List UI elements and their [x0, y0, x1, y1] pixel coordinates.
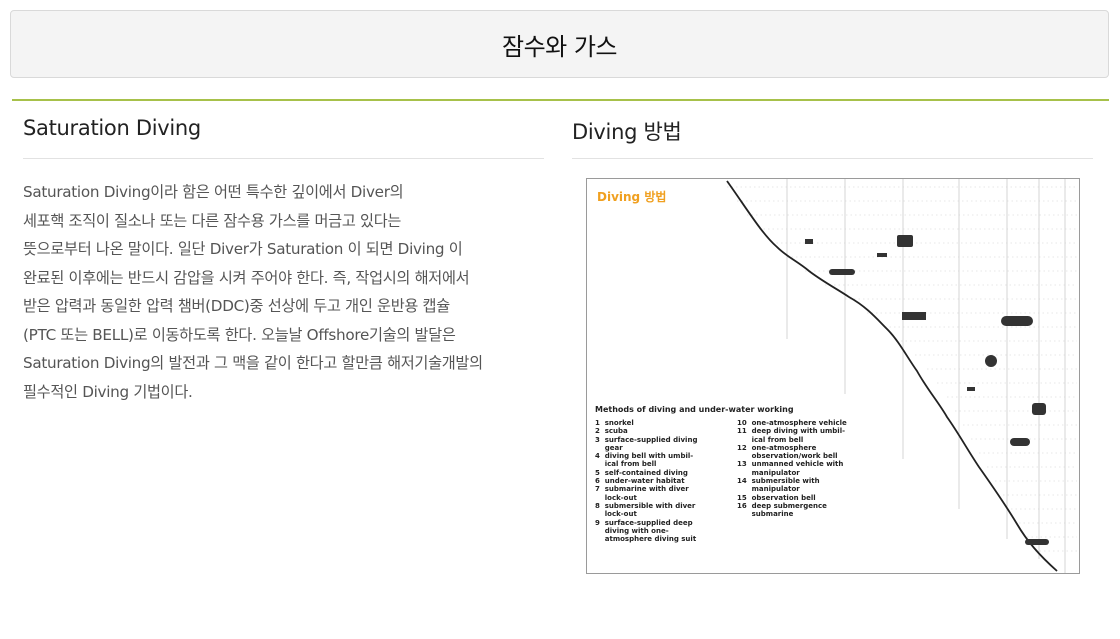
legend-item: 4 diving bell with umbil-: [595, 452, 694, 461]
right-heading-rule: [572, 158, 1093, 159]
legend-item: lock-out: [595, 510, 637, 519]
legend-item: 13 unmanned vehicle with: [737, 460, 844, 469]
legend-item: 7 submarine with diver: [595, 485, 689, 494]
text-line: Saturation Diving의 발전과 그 맥을 같이 한다고 할만큼 해…: [23, 354, 483, 372]
saturation-diving-text: Saturation Diving이라 함은 어떤 특수한 깊이에서 Diver…: [23, 178, 563, 406]
legend-item: 10 one-atmosphere vehicle: [737, 419, 847, 427]
legend-item: 11 deep diving with umbil-: [737, 427, 845, 436]
text-line: 뜻으로부터 나온 말이다. 일단 Diver가 Saturation 이 되면 …: [23, 240, 463, 258]
legend-item: 2 scuba: [595, 427, 628, 436]
figure-legend-left: 1 snorkel 2 scuba 3 surface-supplied div…: [595, 419, 697, 543]
legend-item: ical from bell: [595, 460, 657, 469]
legend-item: 14 submersible with: [737, 477, 820, 486]
text-line: (PTC 또는 BELL)로 이동하도록 한다. 오늘날 Offshore기술의…: [23, 325, 456, 344]
legend-item: submarine: [737, 510, 794, 519]
legend-item: manipulator: [737, 485, 800, 494]
legend-item: 9 surface-supplied deep: [595, 518, 693, 527]
figure-legend-right: 10 one-atmosphere vehicle 11 deep diving…: [737, 419, 847, 519]
section-divider: [12, 99, 1109, 101]
text-line: 필수적인 Diving 기법이다.: [23, 382, 193, 401]
legend-item: observation/work bell: [737, 452, 838, 461]
legend-item: gear: [595, 443, 623, 452]
page-title: 잠수와 가스: [501, 32, 618, 61]
page-title-box: 잠수와 가스: [10, 10, 1109, 78]
legend-item: ical from bell: [737, 435, 804, 444]
legend-item: manipulator: [737, 468, 800, 477]
legend-item: 6 under-water habitat: [595, 477, 685, 486]
legend-item: atmosphere diving suit: [595, 535, 697, 544]
text-line: 받은 압력과 동일한 압력 챔버(DDC)중 선상에 두고 개인 운반용 캡슐: [23, 297, 450, 315]
legend-item: 5 self-contained diving: [595, 468, 688, 477]
diving-methods-figure: Diving 방법 Methods of diving and under-wa…: [586, 178, 1080, 574]
legend-item: 15 observation bell: [737, 493, 816, 502]
legend-item: diving with one-: [595, 526, 669, 535]
left-heading-rule: [23, 158, 544, 159]
legend-item: 1 snorkel: [595, 419, 634, 427]
legend-item: 16 deep submergence: [737, 501, 827, 510]
text-line: 세포핵 조직이 질소나 또는 다른 잠수용 가스를 머금고 있다는: [23, 211, 402, 230]
text-line: Saturation Diving이라 함은 어떤 특수한 깊이에서 Diver…: [23, 183, 404, 201]
figure-title: Diving 방법: [597, 190, 667, 204]
figure-legend-title: Methods of diving and under-water workin…: [595, 405, 794, 414]
legend-item: lock-out: [595, 493, 637, 502]
diving-methods-heading: Diving 방법: [572, 120, 682, 144]
legend-item: 8 submersible with diver: [595, 501, 696, 510]
saturation-diving-heading: Saturation Diving: [23, 116, 201, 140]
text-line: 완료된 이후에는 반드시 감압을 시켜 주어야 한다. 즉, 작업시의 해저에서: [23, 268, 470, 287]
legend-item: 12 one-atmosphere: [737, 443, 817, 452]
legend-item: 3 surface-supplied diving: [595, 435, 698, 444]
